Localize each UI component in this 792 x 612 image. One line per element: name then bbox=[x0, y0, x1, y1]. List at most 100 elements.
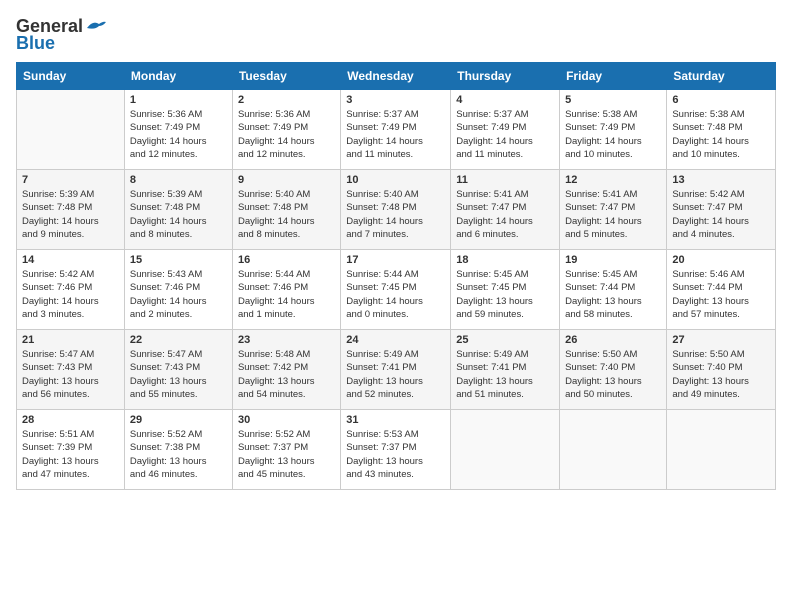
header-day-saturday: Saturday bbox=[667, 63, 776, 90]
day-info: Sunrise: 5:51 AM Sunset: 7:39 PM Dayligh… bbox=[22, 428, 119, 481]
calendar-cell: 22 Sunrise: 5:47 AM Sunset: 7:43 PM Dayli… bbox=[124, 330, 232, 410]
day-info: Sunrise: 5:41 AM Sunset: 7:47 PM Dayligh… bbox=[565, 188, 661, 241]
day-info: Sunrise: 5:39 AM Sunset: 7:48 PM Dayligh… bbox=[130, 188, 227, 241]
day-info: Sunrise: 5:38 AM Sunset: 7:48 PM Dayligh… bbox=[672, 108, 770, 161]
day-number: 7 bbox=[22, 174, 119, 186]
header-day-friday: Friday bbox=[560, 63, 667, 90]
day-info: Sunrise: 5:50 AM Sunset: 7:40 PM Dayligh… bbox=[672, 348, 770, 401]
day-info: Sunrise: 5:40 AM Sunset: 7:48 PM Dayligh… bbox=[238, 188, 335, 241]
day-info: Sunrise: 5:44 AM Sunset: 7:46 PM Dayligh… bbox=[238, 268, 335, 321]
day-number: 21 bbox=[22, 334, 119, 346]
day-info: Sunrise: 5:44 AM Sunset: 7:45 PM Dayligh… bbox=[346, 268, 445, 321]
day-number: 22 bbox=[130, 334, 227, 346]
day-info: Sunrise: 5:40 AM Sunset: 7:48 PM Dayligh… bbox=[346, 188, 445, 241]
calendar-cell: 16 Sunrise: 5:44 AM Sunset: 7:46 PM Dayli… bbox=[232, 250, 340, 330]
calendar-cell bbox=[667, 410, 776, 490]
day-number: 11 bbox=[456, 174, 554, 186]
header-day-tuesday: Tuesday bbox=[232, 63, 340, 90]
day-number: 4 bbox=[456, 94, 554, 106]
day-info: Sunrise: 5:36 AM Sunset: 7:49 PM Dayligh… bbox=[238, 108, 335, 161]
calendar-cell: 27 Sunrise: 5:50 AM Sunset: 7:40 PM Dayli… bbox=[667, 330, 776, 410]
calendar-week-5: 28 Sunrise: 5:51 AM Sunset: 7:39 PM Dayli… bbox=[17, 410, 776, 490]
day-number: 10 bbox=[346, 174, 445, 186]
page-header: General Blue bbox=[16, 16, 776, 54]
day-number: 31 bbox=[346, 414, 445, 426]
day-info: Sunrise: 5:47 AM Sunset: 7:43 PM Dayligh… bbox=[130, 348, 227, 401]
day-info: Sunrise: 5:50 AM Sunset: 7:40 PM Dayligh… bbox=[565, 348, 661, 401]
day-info: Sunrise: 5:52 AM Sunset: 7:38 PM Dayligh… bbox=[130, 428, 227, 481]
calendar-cell: 23 Sunrise: 5:48 AM Sunset: 7:42 PM Dayli… bbox=[232, 330, 340, 410]
day-number: 1 bbox=[130, 94, 227, 106]
calendar-cell: 8 Sunrise: 5:39 AM Sunset: 7:48 PM Daylig… bbox=[124, 170, 232, 250]
logo: General Blue bbox=[16, 16, 107, 54]
calendar-cell: 9 Sunrise: 5:40 AM Sunset: 7:48 PM Daylig… bbox=[232, 170, 340, 250]
calendar-cell: 20Sunrise: 5:46 AM Sunset: 7:44 PM Dayli… bbox=[667, 250, 776, 330]
day-info: Sunrise: 5:41 AM Sunset: 7:47 PM Dayligh… bbox=[456, 188, 554, 241]
header-day-thursday: Thursday bbox=[451, 63, 560, 90]
day-number: 13 bbox=[672, 174, 770, 186]
day-number: 28 bbox=[22, 414, 119, 426]
day-number: 19 bbox=[565, 254, 661, 266]
day-info: Sunrise: 5:49 AM Sunset: 7:41 PM Dayligh… bbox=[346, 348, 445, 401]
calendar-cell: 10 Sunrise: 5:40 AM Sunset: 7:48 PM Dayli… bbox=[341, 170, 451, 250]
calendar-cell: 30 Sunrise: 5:52 AM Sunset: 7:37 PM Dayli… bbox=[232, 410, 340, 490]
day-number: 12 bbox=[565, 174, 661, 186]
day-number: 20 bbox=[672, 254, 770, 266]
calendar-cell: 1 Sunrise: 5:36 AM Sunset: 7:49 PM Daylig… bbox=[124, 90, 232, 170]
calendar-cell: 3 Sunrise: 5:37 AM Sunset: 7:49 PM Daylig… bbox=[341, 90, 451, 170]
day-info: Sunrise: 5:53 AM Sunset: 7:37 PM Dayligh… bbox=[346, 428, 445, 481]
day-info: Sunrise: 5:42 AM Sunset: 7:46 PM Dayligh… bbox=[22, 268, 119, 321]
day-number: 24 bbox=[346, 334, 445, 346]
day-number: 30 bbox=[238, 414, 335, 426]
day-number: 26 bbox=[565, 334, 661, 346]
day-number: 3 bbox=[346, 94, 445, 106]
calendar-cell: 25 Sunrise: 5:49 AM Sunset: 7:41 PM Dayli… bbox=[451, 330, 560, 410]
calendar-cell: 19 Sunrise: 5:45 AM Sunset: 7:44 PM Dayli… bbox=[560, 250, 667, 330]
day-info: Sunrise: 5:36 AM Sunset: 7:49 PM Dayligh… bbox=[130, 108, 227, 161]
calendar-cell: 14 Sunrise: 5:42 AM Sunset: 7:46 PM Dayli… bbox=[17, 250, 125, 330]
calendar-cell: 29 Sunrise: 5:52 AM Sunset: 7:38 PM Dayli… bbox=[124, 410, 232, 490]
day-info: Sunrise: 5:43 AM Sunset: 7:46 PM Dayligh… bbox=[130, 268, 227, 321]
logo-blue-text: Blue bbox=[16, 33, 55, 54]
day-info: Sunrise: 5:42 AM Sunset: 7:47 PM Dayligh… bbox=[672, 188, 770, 241]
day-number: 5 bbox=[565, 94, 661, 106]
day-number: 8 bbox=[130, 174, 227, 186]
header-day-sunday: Sunday bbox=[17, 63, 125, 90]
calendar-cell: 31 Sunrise: 5:53 AM Sunset: 7:37 PM Dayli… bbox=[341, 410, 451, 490]
day-number: 16 bbox=[238, 254, 335, 266]
calendar-cell: 13 Sunrise: 5:42 AM Sunset: 7:47 PM Dayli… bbox=[667, 170, 776, 250]
header-day-wednesday: Wednesday bbox=[341, 63, 451, 90]
calendar-cell: 4 Sunrise: 5:37 AM Sunset: 7:49 PM Daylig… bbox=[451, 90, 560, 170]
day-info: Sunrise: 5:52 AM Sunset: 7:37 PM Dayligh… bbox=[238, 428, 335, 481]
day-number: 23 bbox=[238, 334, 335, 346]
day-number: 18 bbox=[456, 254, 554, 266]
calendar-cell bbox=[451, 410, 560, 490]
day-number: 14 bbox=[22, 254, 119, 266]
day-info: Sunrise: 5:45 AM Sunset: 7:45 PM Dayligh… bbox=[456, 268, 554, 321]
day-number: 15 bbox=[130, 254, 227, 266]
day-info: Sunrise: 5:47 AM Sunset: 7:43 PM Dayligh… bbox=[22, 348, 119, 401]
calendar-cell: 17 Sunrise: 5:44 AM Sunset: 7:45 PM Dayli… bbox=[341, 250, 451, 330]
day-info: Sunrise: 5:49 AM Sunset: 7:41 PM Dayligh… bbox=[456, 348, 554, 401]
calendar-cell: 2 Sunrise: 5:36 AM Sunset: 7:49 PM Daylig… bbox=[232, 90, 340, 170]
day-number: 9 bbox=[238, 174, 335, 186]
header-day-monday: Monday bbox=[124, 63, 232, 90]
calendar-week-3: 14 Sunrise: 5:42 AM Sunset: 7:46 PM Dayli… bbox=[17, 250, 776, 330]
day-number: 27 bbox=[672, 334, 770, 346]
calendar-week-1: 1 Sunrise: 5:36 AM Sunset: 7:49 PM Daylig… bbox=[17, 90, 776, 170]
day-info: Sunrise: 5:48 AM Sunset: 7:42 PM Dayligh… bbox=[238, 348, 335, 401]
calendar-cell: 7Sunrise: 5:39 AM Sunset: 7:48 PM Daylig… bbox=[17, 170, 125, 250]
day-number: 17 bbox=[346, 254, 445, 266]
day-info: Sunrise: 5:45 AM Sunset: 7:44 PM Dayligh… bbox=[565, 268, 661, 321]
day-info: Sunrise: 5:37 AM Sunset: 7:49 PM Dayligh… bbox=[456, 108, 554, 161]
day-number: 25 bbox=[456, 334, 554, 346]
day-info: Sunrise: 5:37 AM Sunset: 7:49 PM Dayligh… bbox=[346, 108, 445, 161]
calendar-cell: 26 Sunrise: 5:50 AM Sunset: 7:40 PM Dayli… bbox=[560, 330, 667, 410]
calendar-cell: 18 Sunrise: 5:45 AM Sunset: 7:45 PM Dayli… bbox=[451, 250, 560, 330]
day-number: 29 bbox=[130, 414, 227, 426]
calendar-cell: 11 Sunrise: 5:41 AM Sunset: 7:47 PM Dayli… bbox=[451, 170, 560, 250]
calendar-cell: 12 Sunrise: 5:41 AM Sunset: 7:47 PM Dayli… bbox=[560, 170, 667, 250]
calendar-cell: 6Sunrise: 5:38 AM Sunset: 7:48 PM Daylig… bbox=[667, 90, 776, 170]
calendar-cell bbox=[17, 90, 125, 170]
day-number: 2 bbox=[238, 94, 335, 106]
